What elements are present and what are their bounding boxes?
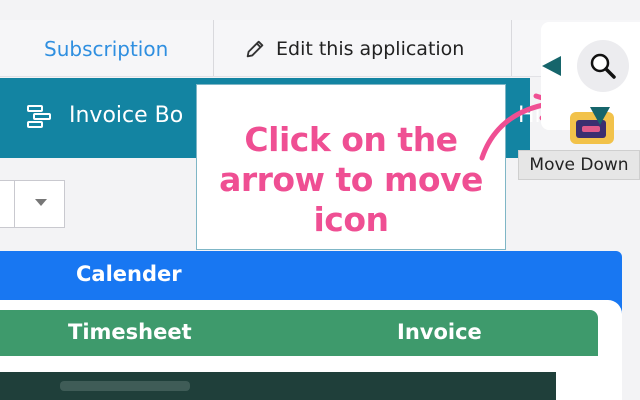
filter-dropdown[interactable] [0,180,65,228]
row-text-placeholder [60,381,190,391]
toolbar-divider [213,20,214,76]
invoice-board-icon [27,105,51,128]
search-button[interactable] [577,40,629,92]
subscription-link[interactable]: Subscription [44,37,168,61]
toolbar-divider [511,20,512,76]
timesheet-tab[interactable]: Timesheet [68,320,192,344]
pencil-icon [246,40,264,58]
calendar-tab[interactable]: Calender [76,262,182,286]
move-down-arrow-icon[interactable] [590,107,610,125]
magnifier-icon [590,53,616,79]
dropdown-divider [14,181,15,227]
move-down-tooltip: Move Down [518,150,640,180]
edit-application-button[interactable]: Edit this application [244,35,464,63]
move-left-arrow-icon[interactable] [542,56,561,76]
caret-down-icon[interactable] [35,199,47,206]
edit-application-label: Edit this application [276,38,465,60]
app-title[interactable]: Invoice Bo [69,103,183,128]
invoice-tab[interactable]: Invoice [397,320,482,344]
callout-text: Click on the arrow to move icon [219,120,483,239]
